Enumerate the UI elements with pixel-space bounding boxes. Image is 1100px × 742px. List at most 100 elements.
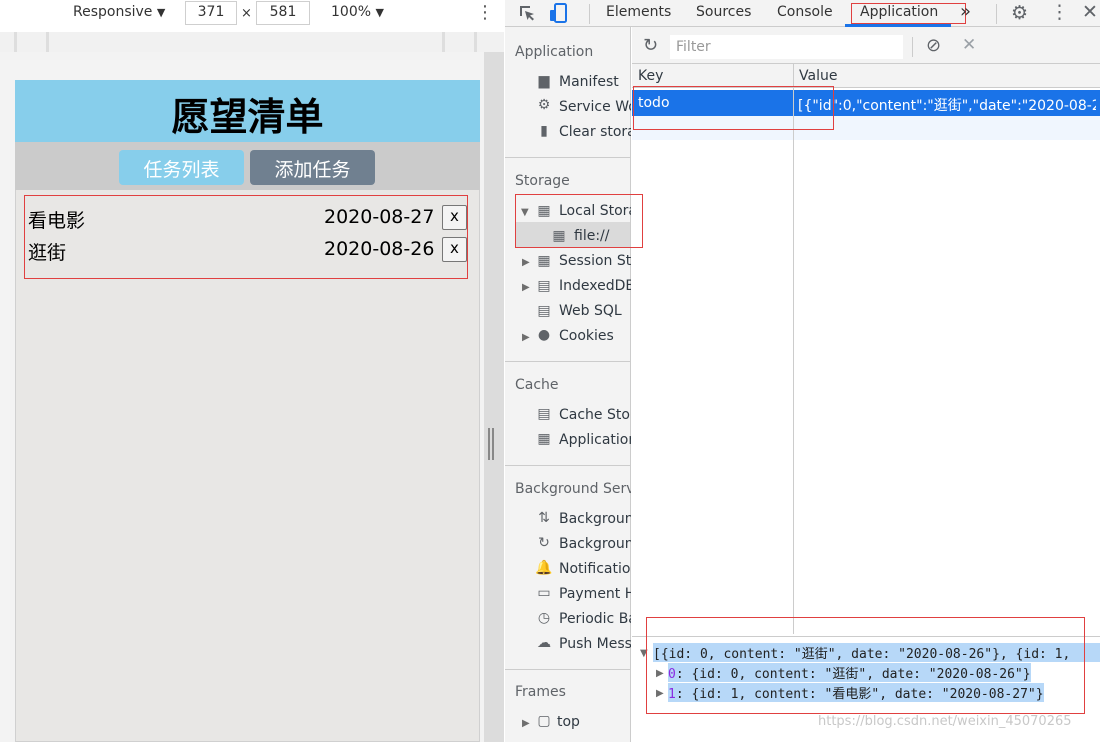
more-options-icon[interactable]: ⋮ (476, 2, 494, 23)
expand-arrow-right-icon[interactable]: ▶ (522, 332, 530, 343)
credit-card-icon: ▭ (537, 585, 551, 601)
grid-storage-icon: ▦ (537, 203, 551, 219)
sidebar-item-clear-storage[interactable]: Clear stora (559, 124, 631, 140)
toolbar-divider (912, 37, 913, 57)
sidebar-item-notifications[interactable]: Notification (559, 561, 631, 577)
sidebar-item-push-messaging[interactable]: Push Mess (559, 636, 631, 652)
sidebar-item-manifest[interactable]: Manifest (559, 74, 631, 90)
database-icon: ▤ (537, 278, 551, 294)
expand-arrow-right-icon[interactable]: ▶ (522, 718, 530, 729)
column-divider[interactable] (793, 64, 794, 634)
expand-arrow-right-icon[interactable]: ▶ (522, 282, 530, 293)
tab-task-list[interactable]: 任务列表 (119, 150, 244, 185)
tab-add-task[interactable]: 添加任务 (250, 150, 375, 185)
caret-down-icon: ▼ (156, 6, 166, 19)
table-cell-value[interactable]: [{"id":0,"content":"逛街","date":"2020-08-… (798, 95, 1096, 115)
sidebar-item-file-origin[interactable]: file:// (574, 228, 630, 244)
filter-input[interactable] (670, 35, 903, 59)
sidebar-item-local-storage[interactable]: Local Stora (559, 203, 631, 219)
height-input[interactable]: 581 (256, 1, 310, 25)
section-background-services-title: Background Servi (515, 481, 631, 497)
todo-content: 看电影 (28, 210, 86, 232)
toolbar-divider (589, 4, 590, 24)
expand-arrow-down-icon[interactable]: ▼ (521, 207, 529, 218)
tab-application[interactable]: Application (860, 4, 938, 20)
sidebar-item-cookies[interactable]: Cookies (559, 328, 631, 344)
section-cache-title: Cache (515, 377, 559, 393)
resize-handle[interactable] (484, 52, 504, 742)
column-header-value[interactable]: Value (799, 68, 837, 84)
sidebar-item-cache-storage[interactable]: Cache Stor (559, 407, 631, 423)
grip-line (488, 428, 490, 460)
responsive-dropdown[interactable]: Responsive ▼ (73, 4, 165, 20)
sidebar-item-service-workers[interactable]: Service Wo (559, 99, 631, 115)
section-storage-title: Storage (515, 173, 570, 189)
trash-icon: ▮ (540, 123, 548, 139)
expand-arrow-right-icon[interactable]: ▶ (522, 257, 530, 268)
todo-date: 2020-08-26 (324, 238, 435, 260)
cookie-icon: ● (537, 327, 551, 343)
database-icon: ▤ (537, 406, 551, 422)
inspect-element-icon[interactable] (518, 4, 536, 26)
grid-storage-icon: ▦ (537, 253, 551, 269)
width-input[interactable]: 371 (185, 1, 237, 25)
tab-sources[interactable]: Sources (696, 4, 751, 20)
todo-row-highlight (633, 86, 834, 130)
gear-icon: ⚙ (537, 97, 551, 113)
ruler-mark (442, 32, 445, 52)
sidebar-item-application-cache[interactable]: Application (559, 432, 631, 448)
section-frames-title: Frames (515, 684, 566, 700)
section-application-title: Application (515, 44, 594, 60)
tab-console[interactable]: Console (777, 4, 833, 20)
column-header-key[interactable]: Key (638, 68, 663, 84)
delete-selected-icon[interactable]: ✕ (962, 35, 976, 55)
tab-elements[interactable]: Elements (606, 4, 671, 20)
times-label: × (241, 6, 252, 21)
preview-highlight (646, 617, 1085, 714)
watermark: https://blog.csdn.net/weixin_45070265 (818, 714, 1072, 729)
settings-gear-icon[interactable]: ⚙ (1011, 2, 1028, 24)
zoom-label: 100% (331, 4, 372, 20)
close-icon[interactable]: ✕ (1082, 1, 1098, 23)
sidebar-item-background-fetch[interactable]: Background (559, 511, 631, 527)
sidebar-item-payment-handler[interactable]: Payment H (559, 586, 631, 602)
table-header (632, 64, 1100, 88)
caret-down-icon: ▼ (375, 6, 384, 19)
todo-content: 逛街 (28, 242, 67, 264)
sidebar-item-indexeddb[interactable]: IndexedDB (559, 278, 631, 294)
toolbar-divider (996, 4, 997, 24)
device-toolbar: Responsive ▼ 371 × 581 100% ▼ ⋮ (0, 0, 504, 27)
sidebar-item-periodic-background-sync[interactable]: Periodic Ba (559, 611, 631, 627)
sidebar-item-session-storage[interactable]: Session Sto (559, 253, 631, 269)
ruler-mark (46, 32, 49, 52)
refresh-icon[interactable]: ↻ (643, 35, 658, 56)
manifest-file-icon: ▆ (538, 73, 550, 89)
sidebar-item-background-sync[interactable]: Background (559, 536, 631, 552)
refresh-icon: ↻ (538, 535, 550, 551)
bell-icon: 🔔 (535, 560, 553, 576)
zoom-dropdown[interactable]: 100% ▼ (331, 4, 384, 20)
database-icon: ▤ (537, 303, 551, 319)
divider (505, 465, 631, 466)
divider (505, 361, 631, 362)
grid-storage-icon: ▦ (552, 228, 566, 244)
more-options-icon[interactable]: ⋮ (1050, 1, 1069, 23)
todo-date: 2020-08-27 (324, 206, 435, 228)
clear-all-icon[interactable]: ⊘ (926, 35, 941, 56)
more-tabs-icon[interactable]: » (960, 1, 971, 22)
sidebar-item-web-sql[interactable]: Web SQL (559, 303, 631, 319)
delete-todo-button[interactable]: x (442, 237, 467, 262)
nav-bar (15, 142, 480, 190)
sync-arrows-icon: ⇅ (538, 510, 550, 526)
device-toggle-icon[interactable] (549, 2, 569, 28)
cloud-icon: ☁ (537, 635, 551, 651)
frame-window-icon: ▢ (537, 713, 551, 729)
divider (505, 157, 631, 158)
device-ruler (0, 32, 504, 52)
grip-line (492, 428, 494, 460)
sidebar-item-frame-top[interactable]: top (557, 714, 627, 730)
ruler-mark (14, 32, 17, 52)
page-title: 愿望清单 (171, 95, 324, 139)
clock-icon: ◷ (537, 610, 551, 626)
delete-todo-button[interactable]: x (442, 205, 467, 230)
